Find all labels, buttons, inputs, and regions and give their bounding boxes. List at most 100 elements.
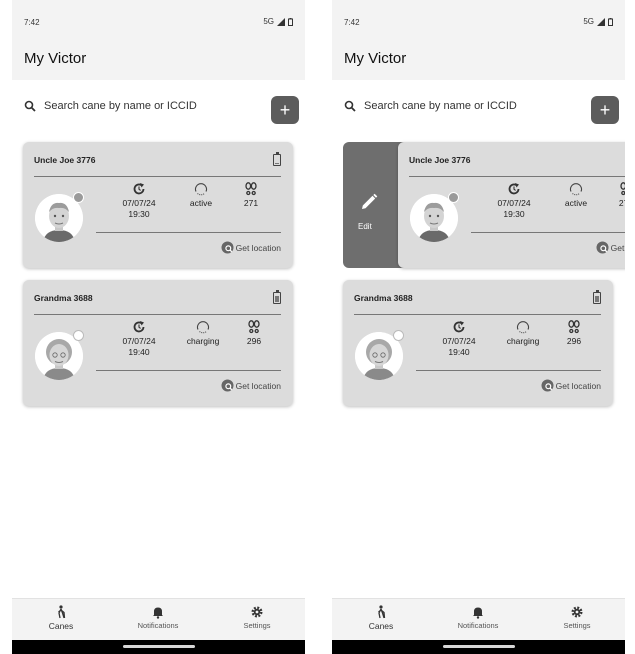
status-bar: 7:42 5G — [12, 0, 305, 44]
battery-icon — [273, 152, 281, 166]
last-update: 07/07/24 19:30 — [114, 182, 164, 220]
status-text: charging — [186, 336, 220, 346]
status-icons: 5G — [583, 17, 613, 26]
footprints-icon — [568, 320, 580, 334]
get-location-label: Get location — [235, 380, 281, 391]
divider — [354, 314, 601, 315]
last-update: 07/07/24 19:40 — [114, 320, 164, 358]
last-update: 07/07/24 19:40 — [434, 320, 484, 358]
footprints-icon — [248, 320, 260, 334]
steps-text: 271 — [618, 198, 625, 208]
divider — [34, 314, 281, 315]
nav-label: Notifications — [457, 621, 499, 630]
signal-icon — [597, 17, 605, 26]
last-update-time: 19:40 — [128, 347, 150, 357]
bottom-nav: Canes Notifications Settings — [12, 598, 305, 640]
status-ring-icon — [196, 321, 210, 334]
page-title: My Victor — [344, 50, 407, 67]
steps-text: 271 — [243, 198, 259, 208]
search-icon — [344, 100, 356, 112]
steps-text: 296 — [566, 336, 582, 346]
steps-text: 296 — [246, 336, 262, 346]
walking-person-icon — [378, 605, 386, 619]
get-location-button[interactable]: Get location — [221, 379, 281, 392]
cane-name: Grandma 3688 — [354, 293, 413, 303]
nav-label: Settings — [243, 621, 271, 630]
battery-icon — [593, 290, 601, 304]
get-location-button[interactable]: Get location — [221, 241, 281, 254]
network-label: 5G — [263, 17, 274, 26]
step-count: 271 — [231, 182, 271, 209]
bottom-nav: Canes Notifications Settings — [332, 598, 625, 640]
status-dot — [73, 330, 84, 341]
cane-card-uncle-joe[interactable]: Uncle Joe 3776 07/07/24 19:30 active 271 — [398, 142, 625, 268]
bell-icon — [473, 607, 483, 619]
cane-card-uncle-joe[interactable]: Uncle Joe 3776 07/07/24 19:30 active 271 — [23, 142, 293, 268]
cane-name: Grandma 3688 — [34, 293, 93, 303]
search-input[interactable]: Search cane by name or ICCID — [344, 100, 517, 112]
step-count: 271 — [606, 182, 625, 209]
edit-label: Edit — [358, 222, 372, 231]
page-title: My Victor — [24, 50, 87, 67]
nav-item-canes[interactable]: Canes — [26, 605, 96, 631]
refresh-icon — [453, 321, 465, 333]
signal-icon — [277, 17, 285, 26]
status-text: charging — [506, 336, 540, 346]
divider — [34, 176, 281, 177]
cane-status: charging — [177, 320, 229, 347]
nav-label: Canes — [368, 621, 394, 631]
last-update: 07/07/24 19:30 — [489, 182, 539, 220]
cane-card-grandma[interactable]: Grandma 3688 07/07/24 19:40 charging 296 — [23, 280, 293, 406]
status-dot — [393, 330, 404, 341]
search-placeholder: Search cane by name or ICCID — [364, 100, 517, 112]
divider — [409, 176, 625, 177]
add-cane-button[interactable]: + — [271, 96, 299, 124]
divider — [96, 370, 281, 371]
phone-screen-right: 7:42 5G My Victor Search cane by name or… — [332, 0, 625, 654]
location-search-icon — [541, 379, 554, 392]
nav-item-settings[interactable]: Settings — [542, 605, 612, 630]
battery-icon — [288, 17, 293, 26]
last-update-time: 19:40 — [448, 347, 470, 357]
gear-icon — [251, 606, 263, 618]
bell-icon — [153, 607, 163, 619]
location-search-icon — [596, 241, 609, 254]
nav-item-settings[interactable]: Settings — [222, 605, 292, 630]
last-update-time: 19:30 — [128, 209, 150, 219]
search-input[interactable]: Search cane by name or ICCID — [24, 100, 197, 112]
nav-item-notifications[interactable]: Notifications — [123, 605, 193, 630]
location-search-icon — [221, 379, 234, 392]
get-location-label: Get location — [610, 242, 625, 253]
add-cane-button[interactable]: + — [591, 96, 619, 124]
walking-person-icon — [58, 605, 66, 619]
get-location-button[interactable]: Get location — [596, 241, 625, 254]
last-update-date: 07/07/24 — [122, 336, 156, 346]
cane-name: Uncle Joe 3776 — [34, 155, 96, 165]
status-time: 7:42 — [344, 18, 360, 27]
phone-screen-left: 7:42 5G My Victor Search cane by name or… — [12, 0, 305, 654]
get-location-button[interactable]: Get location — [541, 379, 601, 392]
status-dot — [73, 192, 84, 203]
footprints-icon — [620, 182, 625, 196]
search-placeholder: Search cane by name or ICCID — [44, 100, 197, 112]
cane-list-area: Search cane by name or ICCID + Edit Uncl… — [332, 80, 625, 598]
nav-item-notifications[interactable]: Notifications — [443, 605, 513, 630]
location-search-icon — [221, 241, 234, 254]
get-location-label: Get location — [235, 242, 281, 253]
refresh-icon — [133, 183, 145, 195]
status-text: active — [564, 198, 588, 208]
nav-item-canes[interactable]: Canes — [346, 605, 416, 631]
cane-card-grandma[interactable]: Grandma 3688 07/07/24 19:40 charging 296 — [343, 280, 613, 406]
get-location-label: Get location — [555, 380, 601, 391]
cane-list-area: Search cane by name or ICCID + Uncle Joe… — [12, 80, 305, 598]
last-update-date: 07/07/24 — [497, 198, 531, 208]
divider — [471, 232, 625, 233]
footprints-icon — [245, 182, 257, 196]
search-icon — [24, 100, 36, 112]
refresh-icon — [508, 183, 520, 195]
status-ring-icon — [194, 183, 208, 196]
cane-status: charging — [497, 320, 549, 347]
step-count: 296 — [234, 320, 274, 347]
status-ring-icon — [569, 183, 583, 196]
last-update-time: 19:30 — [503, 209, 525, 219]
